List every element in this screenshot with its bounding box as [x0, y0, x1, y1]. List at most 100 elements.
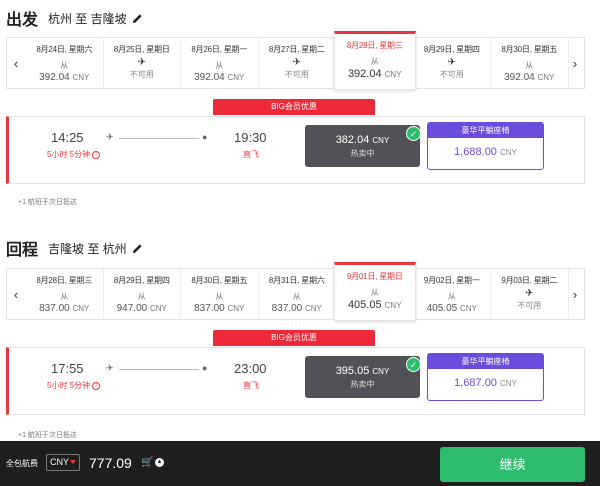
- date-label: 8月28日, 星期三: [36, 276, 93, 285]
- location-pin-icon: ●: [202, 363, 208, 373]
- date-option[interactable]: 9月03日, 星期二 ✈ 不可用: [491, 269, 569, 319]
- date-label: 9月02日, 星期一: [423, 276, 480, 285]
- premium-price: 1,687.00: [454, 377, 497, 389]
- price-currency: CNY: [304, 304, 322, 313]
- date-option[interactable]: 8月29日, 星期四从 947.00 CNY: [104, 269, 181, 319]
- chevron-right-icon[interactable]: ›: [566, 38, 584, 88]
- airplane-icon: ✈: [106, 132, 114, 142]
- checkmark-icon: ✓: [406, 126, 421, 141]
- economy-fare[interactable]: 382.04 CNY 热卖中: [305, 125, 420, 167]
- stops-label: 直飞: [243, 150, 259, 159]
- chevron-right-icon[interactable]: ›: [566, 269, 584, 319]
- premium-title: 豪华平躺座椅: [428, 123, 543, 138]
- arrival-time: 19:30: [234, 130, 267, 145]
- route-line: [119, 369, 199, 370]
- fare-status: 热卖中: [350, 380, 375, 389]
- date-label: 8月24日, 星期六: [36, 45, 93, 54]
- date-option[interactable]: 8月25日, 星期日 ✈ 不可用: [104, 38, 181, 88]
- checkmark-icon: ✓: [406, 357, 421, 372]
- outbound-flight-card[interactable]: 14:25 5小时 5分钟! ✈ ● 19:30 直飞 382.04 CNY 热…: [6, 116, 585, 184]
- flight-duration: 5小时 5分钟!: [47, 149, 101, 160]
- date-option[interactable]: 8月30日, 星期五从 392.04 CNY: [491, 38, 569, 88]
- from-label: 从: [447, 292, 456, 301]
- fare-status: 热卖中: [350, 149, 375, 158]
- price-value: 392.04: [504, 72, 535, 83]
- continue-button[interactable]: 继续: [440, 447, 585, 482]
- date-option[interactable]: 8月26日, 星期一从 392.04 CNY: [181, 38, 259, 88]
- date-label: 8月29日, 星期四: [113, 276, 170, 285]
- date-price: 837.00 CNY: [259, 303, 336, 314]
- from-label: 从: [60, 61, 69, 70]
- flight-duration: 5小时 5分钟!: [47, 380, 101, 391]
- no-flight-plane-icon: ✈: [137, 57, 146, 68]
- currency-value: CNY: [50, 457, 70, 467]
- price-currency: CNY: [384, 301, 402, 310]
- date-price: 392.04 CNY: [335, 68, 415, 80]
- chevron-left-icon[interactable]: ‹: [7, 38, 25, 88]
- route-line: [119, 138, 199, 139]
- price-currency: CNY: [384, 70, 402, 79]
- price-value: 392.04: [194, 72, 225, 83]
- price-value: 392.04: [39, 72, 70, 83]
- premium-currency: CNY: [500, 379, 517, 388]
- unavailable-label: 不可用: [439, 70, 464, 79]
- from-label: 从: [215, 292, 224, 301]
- price-value: 837.00: [194, 303, 225, 314]
- inbound-date-bar: ‹ › 8月28日, 星期三从 837.00 CNY 8月29日, 星期四从 947.…: [6, 262, 585, 321]
- pencil-icon[interactable]: [132, 243, 143, 254]
- outbound-header: 出发 杭州 至 吉隆坡: [6, 6, 143, 30]
- info-icon[interactable]: !: [92, 150, 101, 159]
- total-amount: 777.09: [89, 455, 132, 471]
- outbound-date-bar: ‹ › 8月24日, 星期六从 392.04 CNY 8月25日, 星期日 ✈ 不可用 8…: [6, 31, 585, 90]
- chevron-down-icon: [70, 460, 76, 464]
- date-option[interactable]: 8月28日, 星期三从 837.00 CNY: [26, 269, 104, 319]
- price-value: 947.00: [116, 303, 148, 314]
- fare-price: 395.05: [335, 365, 370, 377]
- next-day-note: +1 航班于次日抵达: [18, 432, 77, 439]
- date-price: 837.00 CNY: [181, 303, 258, 314]
- price-currency: CNY: [459, 304, 477, 313]
- chevron-up-icon[interactable]: ▲: [155, 458, 164, 467]
- outbound-label: 出发: [6, 12, 39, 29]
- pencil-icon[interactable]: [132, 13, 143, 24]
- from-label: 从: [525, 61, 534, 70]
- chevron-left-icon[interactable]: ‹: [7, 269, 25, 319]
- footer-bar: 全包航费 CNY 777.09 🛒 ▲ 继续: [0, 441, 600, 486]
- price-currency: CNY: [72, 73, 90, 82]
- no-flight-plane-icon: ✈: [447, 57, 456, 68]
- premium-flatbed-fare[interactable]: 豪华平躺座椅 1,688.00 CNY: [427, 122, 544, 170]
- from-label: 从: [137, 292, 146, 301]
- date-option[interactable]: 8月30日, 星期五从 837.00 CNY: [181, 269, 259, 319]
- info-icon[interactable]: !: [92, 381, 101, 390]
- outbound-member-badge: BIG会员优惠: [213, 99, 375, 115]
- fare-currency: CNY: [372, 367, 390, 376]
- date-price: 405.05 CNY: [335, 299, 415, 311]
- inbound-header: 回程 吉隆坡 至 杭州: [6, 236, 143, 260]
- unavailable-label: 不可用: [284, 70, 309, 79]
- inbound-label: 回程: [6, 242, 39, 259]
- currency-select[interactable]: CNY: [46, 454, 80, 471]
- price-currency: CNY: [72, 304, 90, 313]
- stops-label: 直飞: [243, 381, 259, 390]
- airplane-icon: ✈: [106, 363, 114, 373]
- date-option[interactable]: 8月24日, 星期六从 392.04 CNY: [26, 38, 104, 88]
- date-option[interactable]: 8月28日, 星期三从 392.04 CNY: [334, 31, 416, 90]
- price-value: 837.00: [271, 303, 303, 314]
- premium-title: 豪华平躺座椅: [428, 354, 543, 369]
- cart-icon[interactable]: 🛒: [141, 457, 153, 468]
- date-option[interactable]: 8月29日, 星期四 ✈ 不可用: [414, 38, 491, 88]
- from-label: 从: [215, 61, 224, 70]
- date-option[interactable]: 8月31日, 星期六从 837.00 CNY: [259, 269, 336, 319]
- date-option[interactable]: 8月27日, 星期二 ✈ 不可用: [259, 38, 336, 88]
- price-value: 405.05: [347, 299, 382, 311]
- economy-fare[interactable]: 395.05 CNY 热卖中: [305, 356, 420, 398]
- date-label: 8月29日, 星期四: [423, 45, 480, 54]
- inbound-flight-card[interactable]: 17:55 5小时 5分钟! ✈ ● 23:00 直飞 395.05 CNY 热…: [6, 347, 585, 415]
- total-label: 全包航费: [6, 459, 38, 468]
- date-price: 392.04 CNY: [491, 72, 568, 83]
- date-option[interactable]: 9月01日, 星期日从 405.05 CNY: [334, 262, 416, 321]
- premium-flatbed-fare[interactable]: 豪华平躺座椅 1,687.00 CNY: [427, 353, 544, 401]
- price-currency: CNY: [149, 304, 167, 313]
- date-option[interactable]: 9月02日, 星期一从 405.05 CNY: [414, 269, 491, 319]
- date-label: 8月28日, 星期三: [346, 41, 403, 50]
